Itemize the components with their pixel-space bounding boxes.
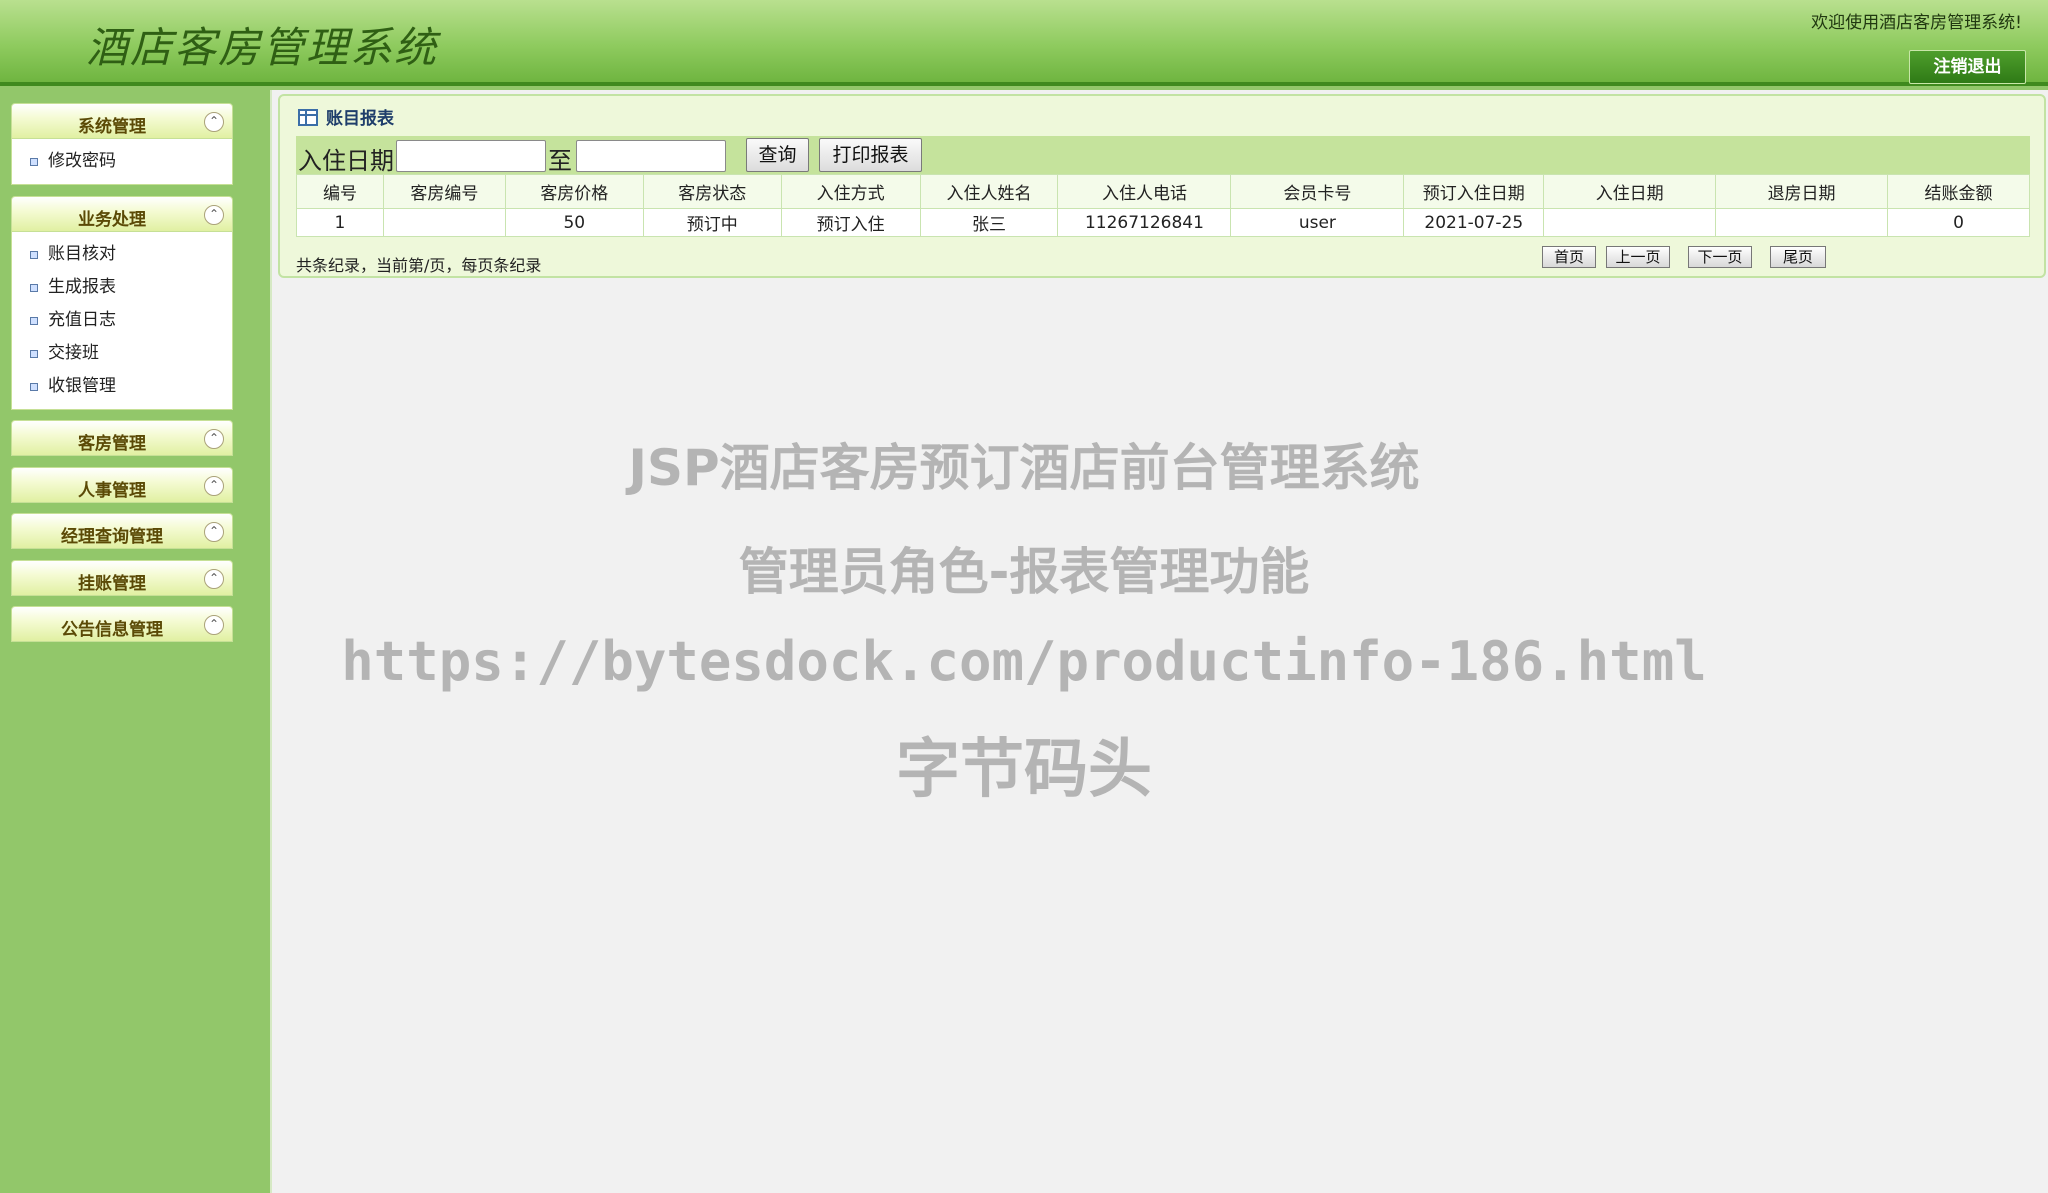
welcome-text: 欢迎使用酒店客房管理系统!: [1811, 13, 2022, 33]
sidebar-item-label: 修改密码: [48, 151, 116, 171]
menu-head-system[interactable]: 系统管理 ⌃: [11, 103, 233, 139]
column-header: 退房日期: [1715, 174, 1888, 209]
logout-button[interactable]: 注销退出: [1909, 50, 2026, 84]
column-header: 入住方式: [780, 174, 921, 209]
menu-head-business[interactable]: 业务处理 ⌃: [11, 196, 233, 232]
watermark-line-1: JSP酒店客房预订酒店前台管理系统: [628, 439, 1420, 497]
table-cell: [382, 208, 506, 237]
bullet-icon: [30, 158, 38, 166]
column-header: 预订入住日期: [1403, 174, 1545, 209]
table-cell: 0: [1887, 208, 2030, 237]
print-report-button[interactable]: 打印报表: [819, 138, 922, 172]
app-title: 酒店客房管理系统: [86, 23, 439, 72]
sidebar-item-shift-handover[interactable]: 交接班: [12, 337, 232, 370]
sidebar-item-label: 账目核对: [48, 244, 116, 264]
collapse-icon[interactable]: ⌃: [204, 112, 224, 132]
records-summary: 共条纪录，当前第/页，每页条纪录: [296, 256, 542, 275]
menu-body-system: 修改密码: [11, 139, 233, 185]
table-header-row: 编号 客房编号 客房价格 客房状态 入住方式 入住人姓名 入住人电话 会员卡号 …: [296, 174, 2030, 209]
column-header: 客房价格: [504, 174, 644, 209]
menu-head-label: 系统管理: [78, 117, 146, 137]
column-header: 编号: [296, 174, 384, 209]
bullet-icon: [30, 317, 38, 325]
panel-title: 账目报表: [298, 104, 394, 129]
table-cell: 2021-07-25: [1403, 208, 1545, 237]
sidebar-item-account-check[interactable]: 账目核对: [12, 238, 232, 271]
sidebar-item-label: 充值日志: [48, 310, 116, 330]
to-label: 至: [548, 147, 572, 175]
table-row: 1 50 预订中 预订入住 张三 11267126841 user 2021-0…: [296, 208, 2030, 237]
watermark-line-2: 管理员角色-报表管理功能: [738, 543, 1310, 601]
menu-body-business: 账目核对 生成报表 充值日志 交接班 收银管理: [11, 232, 233, 410]
panel-title-text: 账目报表: [326, 109, 394, 129]
collapse-icon[interactable]: ⌃: [204, 205, 224, 225]
report-table: 编号 客房编号 客房价格 客房状态 入住方式 入住人姓名 入住人电话 会员卡号 …: [296, 174, 2030, 237]
query-button[interactable]: 查询: [746, 138, 809, 172]
bullet-icon: [30, 251, 38, 259]
sidebar-item-label: 交接班: [48, 343, 99, 363]
bullet-icon: [30, 284, 38, 292]
table-cell: 11267126841: [1057, 208, 1232, 237]
bullet-icon: [30, 350, 38, 358]
start-date-input[interactable]: [396, 140, 546, 172]
column-header: 入住人电话: [1057, 174, 1232, 209]
next-page-button[interactable]: 下一页: [1688, 246, 1752, 268]
first-page-button[interactable]: 首页: [1542, 246, 1596, 268]
column-header: 客房状态: [642, 174, 782, 209]
sidebar-item-label: 收银管理: [48, 376, 116, 396]
sidebar-item-recharge-log[interactable]: 充值日志: [12, 304, 232, 337]
column-header: 入住日期: [1543, 174, 1717, 209]
report-panel: 账目报表 入住日期 至 查询 打印报表 编号 客房编号 客房价格 客房状态 入住…: [278, 94, 2046, 278]
table-cell: 50: [504, 208, 644, 237]
column-header: 结账金额: [1887, 174, 2030, 209]
table-cell: 预订入住: [780, 208, 921, 237]
sidebar-item-generate-report[interactable]: 生成报表: [12, 271, 232, 304]
table-cell: 1: [296, 208, 384, 237]
column-header: 客房编号: [382, 174, 506, 209]
bullet-icon: [30, 383, 38, 391]
menu-group-system: 系统管理 ⌃ 修改密码: [11, 103, 233, 185]
sidebar-item-label: 生成报表: [48, 277, 116, 297]
menu-group-business: 业务处理 ⌃ 账目核对 生成报表 充值日志 交接班 收银管理: [11, 196, 233, 410]
table-cell: [1543, 208, 1717, 237]
prev-page-button[interactable]: 上一页: [1606, 246, 1670, 268]
search-bar: 入住日期 至 查询 打印报表: [296, 136, 2030, 175]
table-cell: 张三: [919, 208, 1059, 237]
table-icon: [298, 109, 318, 126]
sidebar-item-change-password[interactable]: 修改密码: [12, 145, 232, 178]
end-date-input[interactable]: [576, 140, 726, 172]
column-header: 会员卡号: [1230, 174, 1405, 209]
last-page-button[interactable]: 尾页: [1770, 246, 1826, 268]
menu-head-label: 业务处理: [78, 210, 146, 230]
table-cell: [1715, 208, 1888, 237]
watermark-brand: 字节码头: [896, 733, 1152, 807]
checkin-date-label: 入住日期: [298, 147, 394, 175]
sidebar-item-cashier[interactable]: 收银管理: [12, 370, 232, 403]
table-cell: 预订中: [642, 208, 782, 237]
watermark-url: https://bytesdock.com/productinfo-186.ht…: [341, 630, 1707, 693]
header-bar: 酒店客房管理系统 欢迎使用酒店客房管理系统! 注销退出: [0, 0, 2048, 86]
table-cell: user: [1230, 208, 1405, 237]
column-header: 入住人姓名: [919, 174, 1059, 209]
